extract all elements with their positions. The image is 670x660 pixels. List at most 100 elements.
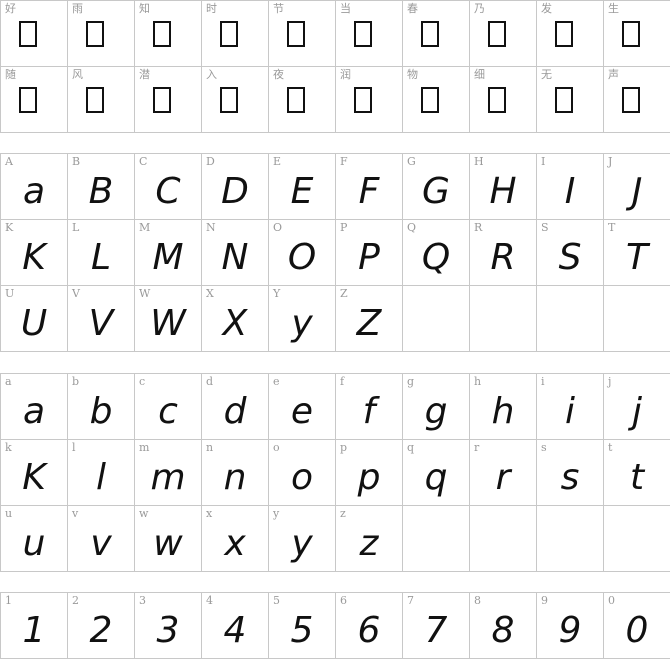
glyph-sample: 5: [290, 610, 314, 651]
lowercase-cell: kK: [1, 440, 68, 506]
glyph-label: 当: [340, 2, 351, 15]
uppercase-grid: AaBBCCDDEEFFGGHHIIJJKKLLMMNNOOPPQQRRSSTT…: [0, 153, 670, 352]
missing-glyph-box: [19, 21, 37, 47]
uppercase-section: AaBBCCDDEEFFGGHHIIJJKKLLMMNNOOPPQQRRSSTT…: [0, 153, 670, 352]
uppercase-cell: VV: [68, 286, 135, 352]
lowercase-cell: tt: [604, 440, 670, 506]
glyph-sample: 2: [89, 610, 113, 651]
lowercase-cell: [470, 506, 537, 572]
lowercase-cell: qq: [403, 440, 470, 506]
missing-glyph-box: [153, 21, 171, 47]
cjk-cell: 时: [202, 1, 269, 67]
digit-cell: 11: [1, 593, 68, 659]
glyph-sample: m: [150, 457, 186, 498]
glyph-sample: H: [489, 171, 517, 212]
digit-cell: 22: [68, 593, 135, 659]
uppercase-cell: DD: [202, 154, 269, 220]
uppercase-cell: NN: [202, 220, 269, 286]
cjk-cell: 声: [604, 67, 670, 133]
uppercase-cell: PP: [336, 220, 403, 286]
glyph-sample: F: [358, 171, 380, 212]
digit-cell: 33: [135, 593, 202, 659]
glyph-label: 发: [541, 2, 552, 15]
uppercase-cell: RR: [470, 220, 537, 286]
glyph-sample: K: [22, 457, 46, 498]
digit-cell: 44: [202, 593, 269, 659]
glyph-sample: c: [158, 391, 178, 432]
missing-glyph-box: [220, 21, 238, 47]
cjk-section: 好 雨 知 时 节 当 春 乃 发 生随 风 潜 入 夜 润 物 细 无 声: [0, 0, 670, 133]
glyph-sample: G: [422, 171, 450, 212]
missing-glyph-box: [86, 21, 104, 47]
glyph-sample: C: [155, 171, 181, 212]
uppercase-cell: [604, 286, 670, 352]
lowercase-cell: cc: [135, 374, 202, 440]
glyph-label: 潜: [139, 68, 150, 81]
glyph-sample: y: [291, 303, 313, 344]
uppercase-cell: [470, 286, 537, 352]
glyph-sample: L: [90, 237, 112, 278]
glyph-sample: 7: [424, 610, 448, 651]
cjk-cell: 当: [336, 1, 403, 67]
glyph-label: 细: [474, 68, 485, 81]
digit-cell: 77: [403, 593, 470, 659]
glyph-sample: I: [564, 171, 576, 212]
lowercase-cell: jj: [604, 374, 670, 440]
glyph-sample: 9: [558, 610, 582, 651]
missing-glyph-box: [287, 21, 305, 47]
lowercase-cell: pp: [336, 440, 403, 506]
cjk-grid: 好 雨 知 时 节 当 春 乃 发 生随 风 潜 入 夜 润 物 细 无 声: [0, 0, 670, 133]
cjk-cell: 细: [470, 67, 537, 133]
uppercase-cell: SS: [537, 220, 604, 286]
glyph-sample: S: [558, 237, 582, 278]
uppercase-cell: QQ: [403, 220, 470, 286]
glyph-label: 雨: [72, 2, 83, 15]
uppercase-cell: Aa: [1, 154, 68, 220]
missing-glyph-box: [555, 87, 573, 113]
glyph-sample: J: [631, 171, 643, 212]
glyph-label: 润: [340, 68, 351, 81]
missing-glyph-box: [555, 21, 573, 47]
uppercase-cell: EE: [269, 154, 336, 220]
glyph-sample: U: [20, 303, 48, 344]
glyph-sample: 6: [357, 610, 381, 651]
glyph-sample: O: [287, 237, 317, 278]
lowercase-cell: [537, 506, 604, 572]
glyph-sample: E: [290, 171, 314, 212]
lowercase-cell: mm: [135, 440, 202, 506]
glyph-label: 好: [5, 2, 16, 15]
glyph-sample: 4: [223, 610, 247, 651]
glyph-sample: o: [290, 457, 314, 498]
glyph-sample: i: [564, 391, 575, 432]
cjk-cell: 随: [1, 67, 68, 133]
uppercase-cell: TT: [604, 220, 670, 286]
cjk-cell: 风: [68, 67, 135, 133]
missing-glyph-box: [622, 87, 640, 113]
cjk-cell: 生: [604, 1, 670, 67]
lowercase-cell: ll: [68, 440, 135, 506]
missing-glyph-box: [421, 21, 439, 47]
uppercase-cell: JJ: [604, 154, 670, 220]
glyph-sample: q: [424, 457, 448, 498]
lowercase-cell: ww: [135, 506, 202, 572]
lowercase-cell: [403, 506, 470, 572]
lowercase-cell: bb: [68, 374, 135, 440]
glyph-sample: V: [88, 303, 114, 344]
lowercase-cell: xx: [202, 506, 269, 572]
glyph-sample: Q: [421, 237, 451, 278]
digit-cell: 55: [269, 593, 336, 659]
uppercase-cell: OO: [269, 220, 336, 286]
uppercase-cell: [537, 286, 604, 352]
cjk-cell: 节: [269, 1, 336, 67]
glyph-sample: w: [153, 523, 183, 564]
missing-glyph-box: [287, 87, 305, 113]
lowercase-cell: uu: [1, 506, 68, 572]
lowercase-cell: nn: [202, 440, 269, 506]
glyph-sample: y: [291, 523, 313, 564]
cjk-cell: 知: [135, 1, 202, 67]
glyph-sample: [537, 298, 603, 351]
cjk-cell: 物: [403, 67, 470, 133]
uppercase-cell: GG: [403, 154, 470, 220]
missing-glyph-box: [354, 21, 372, 47]
cjk-cell: 春: [403, 1, 470, 67]
